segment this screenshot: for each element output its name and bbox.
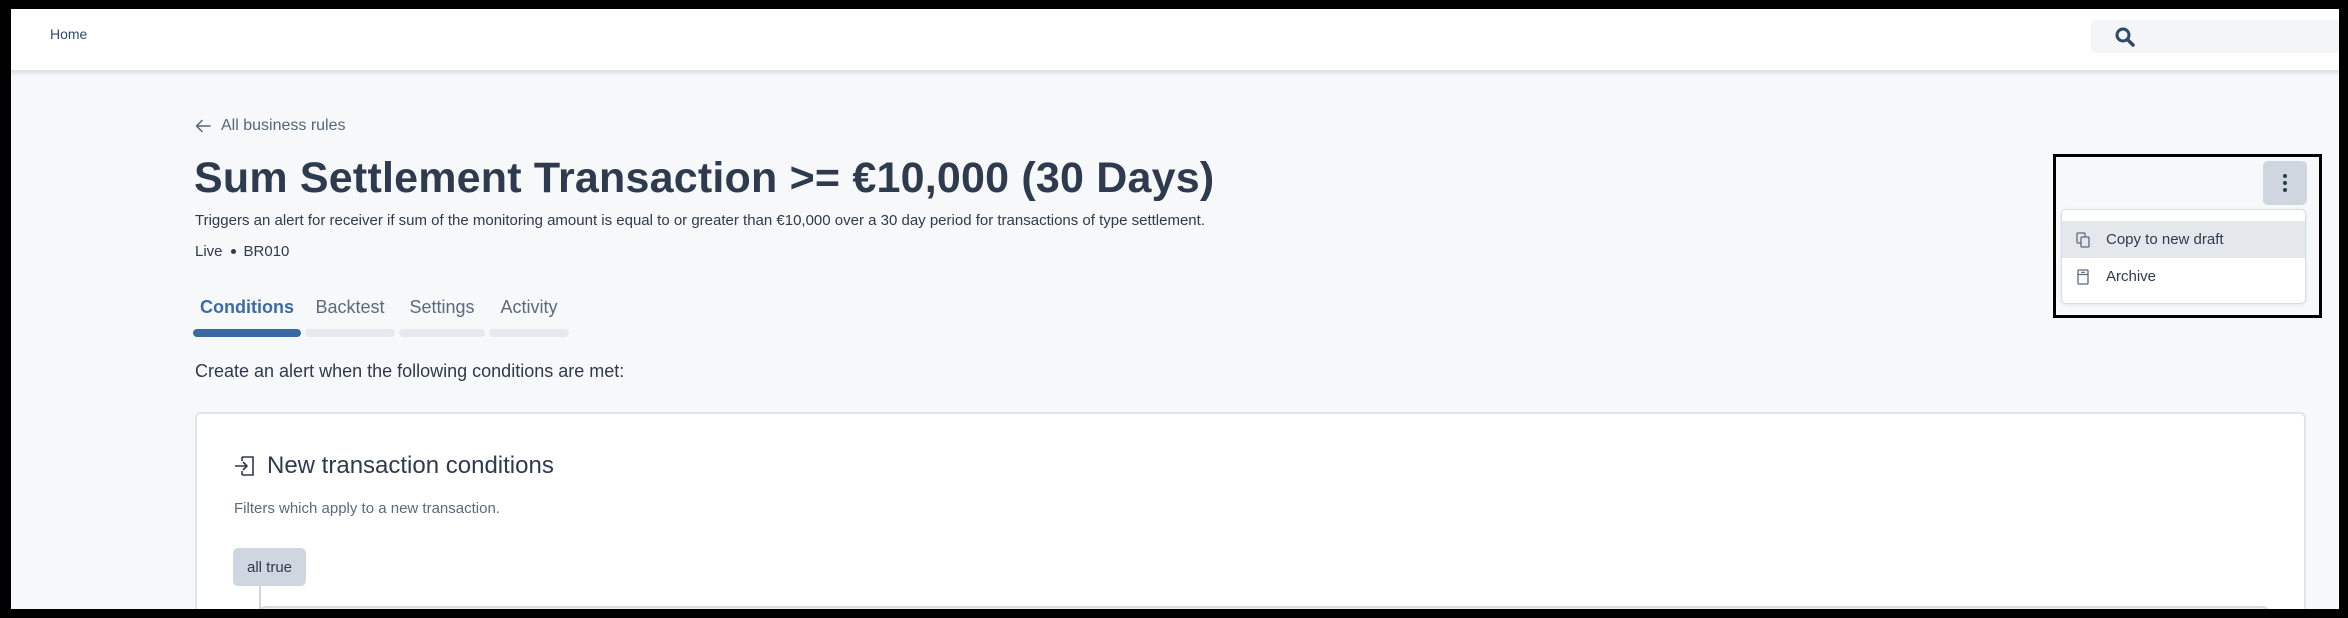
rule-description: Triggers an alert for receiver if sum of… bbox=[195, 212, 1205, 229]
card-subtitle: Filters which apply to a new transaction… bbox=[234, 500, 500, 517]
card-title: New transaction conditions bbox=[267, 452, 554, 479]
rule-meta: Live BR010 bbox=[195, 243, 289, 260]
back-link-label: All business rules bbox=[221, 117, 346, 134]
back-to-rules-link[interactable]: All business rules bbox=[195, 117, 346, 135]
top-navbar: Home bbox=[11, 9, 2339, 72]
page-title: Sum Settlement Transaction >= €10,000 (3… bbox=[194, 154, 1215, 202]
enter-icon bbox=[235, 456, 254, 476]
group-operator-button[interactable]: all true bbox=[233, 548, 306, 586]
tab-indicator bbox=[399, 329, 485, 337]
actions-dropdown-menu: Copy to new draft Archive bbox=[2061, 209, 2306, 304]
new-transaction-conditions-card: New transaction conditions Filters which… bbox=[195, 412, 2306, 609]
nested-condition-group bbox=[259, 606, 2269, 609]
app-viewport: Home All business rules Sum Settlement T… bbox=[11, 9, 2339, 609]
kebab-icon bbox=[2283, 174, 2287, 192]
arrow-left-icon bbox=[195, 119, 211, 133]
menu-item-label: Archive bbox=[2106, 268, 2157, 285]
status-badge: Live bbox=[195, 243, 223, 260]
rule-code: BR010 bbox=[243, 243, 290, 260]
more-actions-button[interactable] bbox=[2263, 161, 2307, 205]
nav-home-link[interactable]: Home bbox=[50, 26, 87, 42]
copy-icon bbox=[2076, 231, 2090, 248]
tab-indicator bbox=[193, 329, 301, 337]
tab-conditions[interactable]: Conditions bbox=[191, 295, 303, 337]
tree-connector bbox=[259, 586, 261, 609]
menu-item-archive[interactable]: Archive bbox=[2062, 258, 2305, 295]
tab-indicator bbox=[305, 329, 395, 337]
separator-dot bbox=[230, 249, 236, 254]
archive-icon bbox=[2077, 268, 2089, 285]
search-icon bbox=[2115, 27, 2135, 47]
menu-item-label: Copy to new draft bbox=[2106, 231, 2224, 248]
conditions-intro: Create an alert when the following condi… bbox=[195, 361, 625, 381]
tab-settings[interactable]: Settings bbox=[397, 295, 487, 337]
tab-activity[interactable]: Activity bbox=[487, 295, 571, 337]
rule-tabs: Conditions Backtest Settings Activity bbox=[191, 295, 571, 337]
menu-item-copy-to-new-draft[interactable]: Copy to new draft bbox=[2062, 221, 2305, 258]
tab-backtest[interactable]: Backtest bbox=[303, 295, 397, 337]
tab-indicator bbox=[489, 329, 569, 337]
search-input[interactable] bbox=[2091, 20, 2339, 53]
card-header: New transaction conditions bbox=[233, 452, 554, 480]
